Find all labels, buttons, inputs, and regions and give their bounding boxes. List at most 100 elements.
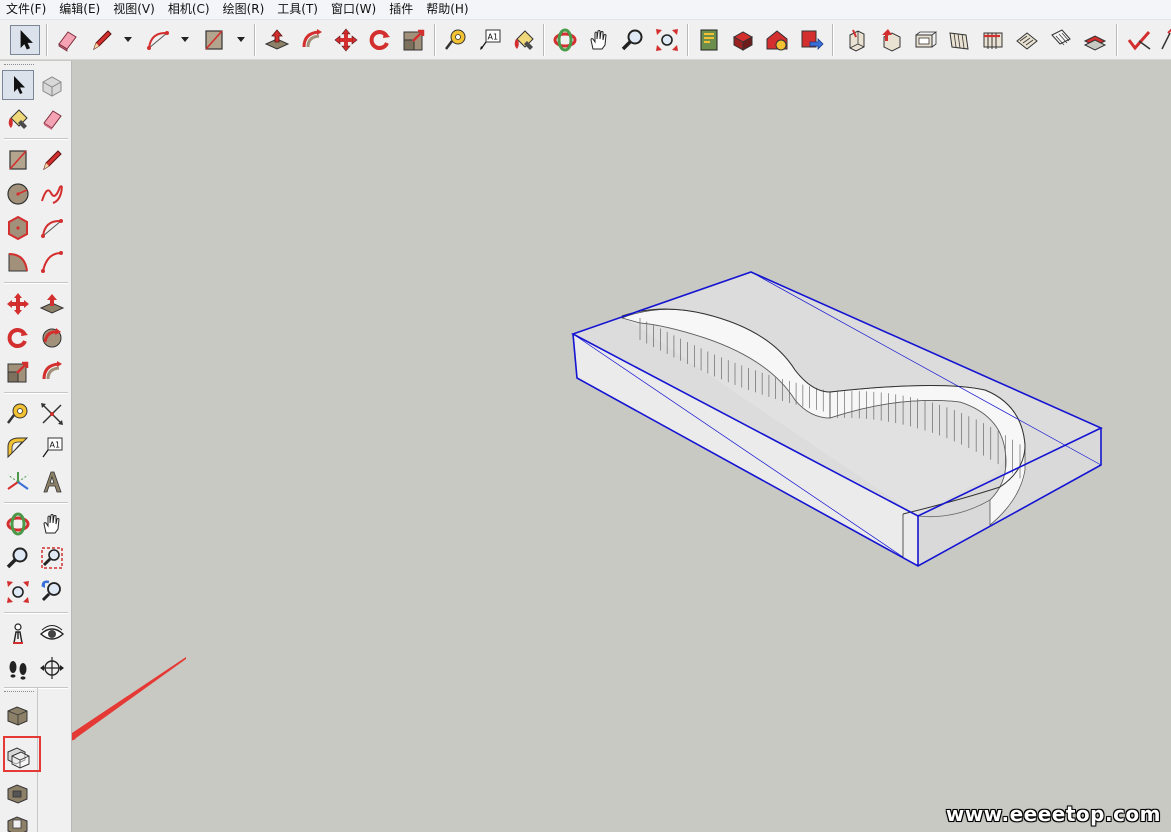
- components-button[interactable]: [728, 25, 758, 55]
- 3d-warehouse-button[interactable]: [762, 25, 792, 55]
- right-view-button[interactable]: [944, 25, 974, 55]
- walk-tool-button[interactable]: [2, 653, 34, 683]
- look-around-tool-button[interactable]: [36, 619, 68, 649]
- pan-icon: [590, 30, 607, 50]
- menu-draw[interactable]: 绘图(R): [217, 0, 272, 19]
- components-icon: [732, 31, 754, 51]
- 3d-text-tool-button[interactable]: [36, 467, 68, 497]
- rectangle-dropdown-arrow[interactable]: [237, 37, 245, 42]
- pan-tool-button[interactable]: [584, 25, 614, 55]
- make-component-button[interactable]: [36, 70, 68, 100]
- toolbar-separator: [4, 612, 68, 613]
- menu-camera[interactable]: 相机(C): [162, 0, 217, 19]
- paint-bucket-tool-button[interactable]: [509, 25, 539, 55]
- model-info-button[interactable]: [694, 25, 724, 55]
- paint-bucket-icon: [514, 30, 534, 50]
- share-model-button[interactable]: [796, 25, 826, 55]
- menu-view[interactable]: 视图(V): [107, 0, 162, 19]
- solid-union-button[interactable]: [2, 777, 34, 807]
- menu-plugins[interactable]: 插件: [383, 0, 420, 19]
- rectangle-tool-button[interactable]: [199, 25, 229, 55]
- two-point-arc-tool-button[interactable]: [36, 247, 68, 277]
- paint-bucket-tool-button[interactable]: [2, 104, 34, 134]
- eraser-tool-button[interactable]: [36, 104, 68, 134]
- circle-tool-button[interactable]: [2, 179, 34, 209]
- drawing-viewport[interactable]: www.eeeetop.com: [72, 61, 1171, 832]
- offset-icon: [42, 361, 62, 380]
- svg-text:A1: A1: [488, 33, 499, 42]
- freehand-tool-button[interactable]: [36, 179, 68, 209]
- follow-me-tool-button[interactable]: [36, 323, 68, 353]
- zoom-extents-tool-button[interactable]: [652, 25, 682, 55]
- eraser-tool-button[interactable]: [52, 25, 82, 55]
- zoom-window-tool-button[interactable]: [36, 543, 68, 573]
- follow-me-tool-button[interactable]: [297, 25, 327, 55]
- arc-tool-button[interactable]: [143, 25, 173, 55]
- zoom-tool-button[interactable]: [2, 543, 34, 573]
- push-pull-tool-button[interactable]: [262, 25, 292, 55]
- select-tool-button[interactable]: [2, 70, 34, 100]
- axes-tool-button[interactable]: [2, 467, 34, 497]
- section-plane-tool-button[interactable]: [36, 653, 68, 683]
- solid-union-icon: [7, 784, 28, 804]
- previous-view-button[interactable]: [36, 577, 68, 607]
- orbit-icon: [553, 28, 577, 52]
- pie-tool-button[interactable]: [2, 247, 34, 277]
- rectangle-tool-button[interactable]: [2, 145, 34, 175]
- iso-view-button[interactable]: [842, 25, 872, 55]
- model-view: [571, 271, 1103, 567]
- tape-measure-tool-button[interactable]: [441, 25, 471, 55]
- rectangle-icon: [9, 150, 27, 170]
- orbit-tool-button[interactable]: [550, 25, 580, 55]
- toolbar-grip[interactable]: [4, 64, 34, 67]
- protractor-tool-button[interactable]: [2, 433, 34, 463]
- zoom-extents-tool-button[interactable]: [2, 577, 34, 607]
- move-tool-button[interactable]: [331, 25, 361, 55]
- line-tool-button[interactable]: [36, 145, 68, 175]
- menu-file[interactable]: 文件(F): [0, 0, 53, 19]
- menu-help[interactable]: 帮助(H): [420, 0, 475, 19]
- position-camera-tool-button[interactable]: [2, 619, 34, 649]
- orbit-tool-button[interactable]: [2, 509, 34, 539]
- scale-tool-button[interactable]: [2, 357, 34, 387]
- line-icon: [43, 150, 62, 171]
- move-icon: [334, 28, 358, 52]
- check-button[interactable]: [1124, 25, 1154, 55]
- arc-tool-button[interactable]: [36, 213, 68, 243]
- solid-outer-shell-button[interactable]: [2, 699, 34, 729]
- rotate-tool-button[interactable]: [365, 25, 395, 55]
- top-view-button[interactable]: [876, 25, 906, 55]
- left-view-button[interactable]: [1012, 25, 1042, 55]
- solid-subtract-button[interactable]: [2, 809, 34, 832]
- select-tool-button[interactable]: [10, 25, 40, 55]
- dimension-tool-button[interactable]: [36, 399, 68, 429]
- look-around-icon: [39, 625, 65, 640]
- text-tool-button[interactable]: A1: [475, 25, 505, 55]
- scale-tool-button[interactable]: [399, 25, 429, 55]
- pencil-tool-button[interactable]: [87, 25, 117, 55]
- push-pull-tool-button[interactable]: [36, 289, 68, 319]
- menu-window[interactable]: 窗口(W): [325, 0, 383, 19]
- offset-tool-button[interactable]: [36, 357, 68, 387]
- text-tool-button[interactable]: A1: [36, 433, 68, 463]
- zoom-tool-button[interactable]: [618, 25, 648, 55]
- menu-tools[interactable]: 工具(T): [271, 0, 325, 19]
- section-display-button[interactable]: [1080, 25, 1110, 55]
- rotate-tool-button[interactable]: [2, 323, 34, 353]
- pencil-dropdown-arrow[interactable]: [124, 37, 132, 42]
- toolbar-separator: [4, 138, 68, 139]
- front-view-button[interactable]: [910, 25, 940, 55]
- section-plane-icon: [1051, 29, 1071, 46]
- right-view-icon: [949, 32, 969, 50]
- toolbar-grip[interactable]: [4, 691, 34, 694]
- menu-edit[interactable]: 编辑(E): [53, 0, 107, 19]
- arc-dropdown-arrow[interactable]: [181, 37, 189, 42]
- tape-measure-tool-button[interactable]: [2, 399, 34, 429]
- section-plane-button[interactable]: [1046, 25, 1076, 55]
- polygon-tool-button[interactable]: [2, 213, 34, 243]
- sandbox-button[interactable]: [1156, 25, 1171, 55]
- back-view-button[interactable]: [978, 25, 1008, 55]
- move-tool-button[interactable]: [2, 289, 34, 319]
- rotate-icon: [369, 30, 390, 50]
- pan-tool-button[interactable]: [36, 509, 68, 539]
